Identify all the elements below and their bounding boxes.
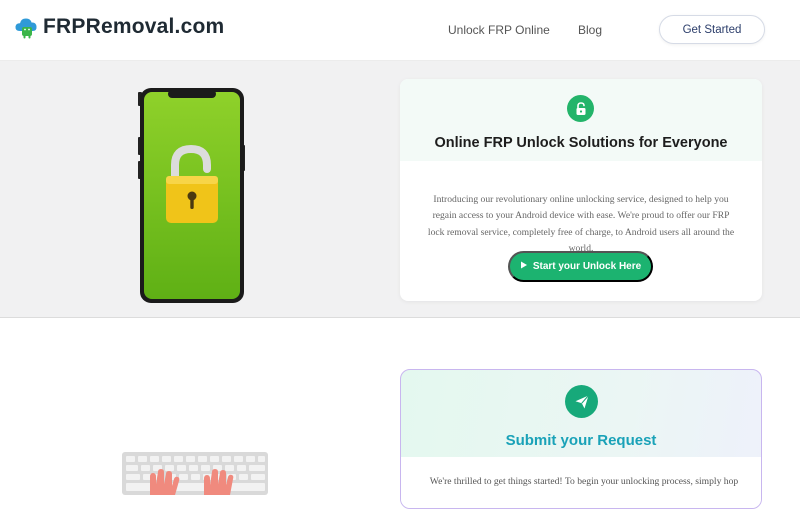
nav-link-blog[interactable]: Blog [578, 23, 602, 37]
lock-open-icon [567, 95, 594, 122]
play-icon [520, 261, 528, 272]
hero-section: Online FRP Unlock Solutions for Everyone… [0, 61, 800, 318]
site-header: FRPRemoval.com Unlock FRP Online Blog Ge… [0, 0, 800, 61]
request-section: Submit your Request We're thrilled to ge… [0, 318, 800, 509]
logo-text: FRPRemoval.com [43, 15, 225, 38]
card-title: Online FRP Unlock Solutions for Everyone [434, 135, 728, 151]
get-started-button[interactable]: Get Started [659, 15, 765, 44]
card-description: We're thrilled to get things started! To… [429, 476, 739, 487]
paper-plane-icon [565, 385, 598, 418]
start-unlock-button[interactable]: Start your Unlock Here [508, 251, 653, 282]
submit-request-card: Submit your Request We're thrilled to ge… [400, 369, 762, 509]
nav-link-unlock-frp-online[interactable]: Unlock FRP Online [448, 23, 550, 37]
unlock-solutions-card: Online FRP Unlock Solutions for Everyone… [400, 79, 762, 301]
start-unlock-label: Start your Unlock Here [532, 261, 642, 272]
card-description: Introducing our revolutionary online unl… [427, 194, 735, 255]
site-logo[interactable]: FRPRemoval.com [14, 14, 224, 40]
cloud-android-logo-icon [14, 14, 40, 40]
card-title: Submit your Request [505, 432, 657, 449]
keyboard-hands-icon [120, 450, 270, 500]
phone-padlock-icon [136, 87, 248, 310]
